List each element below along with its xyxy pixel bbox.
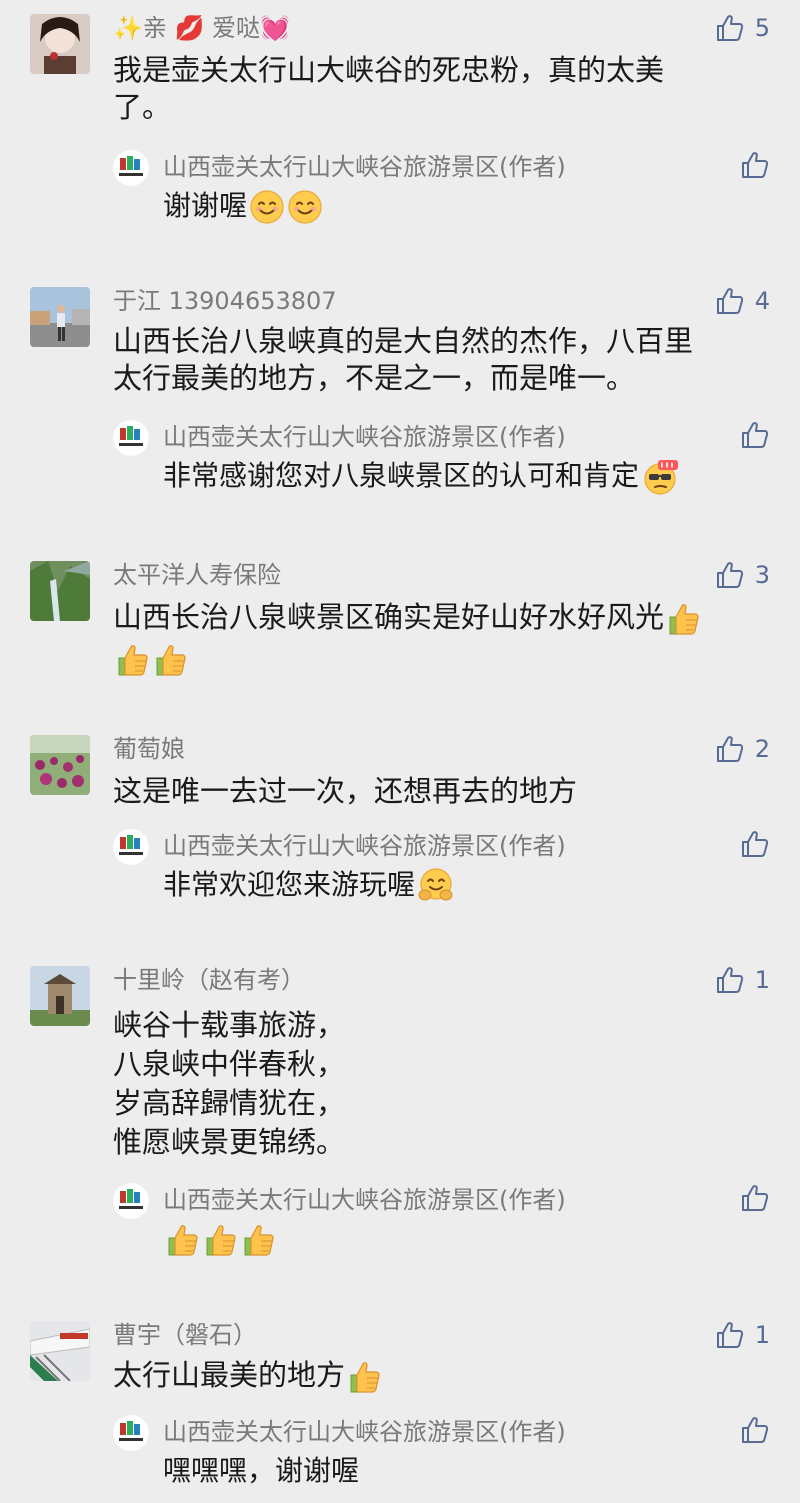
like-button[interactable]: 1 bbox=[715, 1319, 770, 1351]
thumbs-up-outline-icon bbox=[715, 734, 745, 764]
comment-text: 山西长治八泉峡真的是大自然的杰作，八百里 太行最美的地方，不是之一，而是唯一。 bbox=[113, 324, 694, 395]
cool-666-face-icon bbox=[641, 458, 679, 496]
avatar[interactable] bbox=[30, 966, 90, 1026]
comment-text: 山西长治八泉峡景区确实是好山好水好风光 bbox=[113, 597, 753, 679]
avatar[interactable] bbox=[30, 287, 90, 347]
comment-text-content: 山西长治八泉峡景区确实是好山好水好风光 bbox=[113, 600, 665, 634]
reply-text: 嘿嘿嘿，谢谢喔 bbox=[163, 1454, 360, 1487]
like-button[interactable]: 2 bbox=[715, 733, 770, 765]
comment-text-content: 太行山最美的地方 bbox=[113, 1358, 346, 1392]
commenter-name: 于江 13904653807 bbox=[113, 287, 337, 315]
comment-text: 这是唯一去过一次，还想再去的地方 bbox=[113, 774, 578, 808]
reply-like-button[interactable] bbox=[740, 420, 770, 450]
hugging-face-icon bbox=[417, 867, 455, 905]
thumbs-up-outline-icon bbox=[740, 829, 770, 859]
like-button[interactable]: 4 bbox=[715, 285, 770, 317]
smiling-face-icon bbox=[287, 189, 323, 225]
author-logo[interactable] bbox=[113, 829, 149, 865]
reply-author: 山西壶关太行山大峡谷旅游景区(作者) bbox=[163, 1186, 566, 1214]
commenter-name: ✨亲 💋 爱哒💓 bbox=[113, 14, 290, 42]
thumbs-up-outline-icon bbox=[715, 560, 745, 590]
reply-text: 非常感谢您对八泉峡景区的认可和肯定 bbox=[163, 458, 679, 496]
avatar[interactable] bbox=[30, 14, 90, 74]
commenter-name: 太平洋人寿保险 bbox=[113, 561, 281, 589]
reply-author: 山西壶关太行山大峡谷旅游景区(作者) bbox=[163, 423, 566, 451]
reply-text-content: 非常欢迎您来游玩喔 bbox=[163, 868, 416, 901]
thumbs-up-outline-icon bbox=[740, 420, 770, 450]
reply-author: 山西壶关太行山大峡谷旅游景区(作者) bbox=[163, 153, 566, 181]
thumbs-up-emoji-icon bbox=[115, 642, 151, 678]
reply-like-button[interactable] bbox=[740, 829, 770, 859]
like-count: 2 bbox=[754, 735, 770, 763]
thumbs-up-outline-icon bbox=[715, 965, 745, 995]
reply-text bbox=[163, 1221, 277, 1258]
reply-text-content: 非常感谢您对八泉峡景区的认可和肯定 bbox=[163, 459, 640, 492]
avatar[interactable] bbox=[30, 1321, 90, 1381]
thumbs-up-outline-icon bbox=[740, 1415, 770, 1445]
reply-author: 山西壶关太行山大峡谷旅游景区(作者) bbox=[163, 832, 566, 860]
reply-like-button[interactable] bbox=[740, 1415, 770, 1445]
thumbs-up-outline-icon bbox=[715, 13, 745, 43]
thumbs-up-emoji-icon bbox=[153, 642, 189, 678]
like-count: 1 bbox=[754, 1321, 770, 1349]
comment-text: 峡谷十载事旅游， 八泉峡中伴春秋， 岁高辞歸情犹在， 惟愿峡景更锦绣。 bbox=[113, 1008, 346, 1159]
thumbs-up-outline-icon bbox=[715, 1320, 745, 1350]
thumbs-up-outline-icon bbox=[740, 150, 770, 180]
reply-like-button[interactable] bbox=[740, 1183, 770, 1213]
commenter-name: 曹宇（磐石） bbox=[113, 1321, 257, 1349]
like-count: 4 bbox=[754, 287, 770, 315]
like-count: 5 bbox=[754, 14, 770, 42]
commenter-name: 十里岭（赵有考） bbox=[113, 966, 305, 994]
thumbs-up-emoji-icon bbox=[241, 1222, 277, 1258]
thumbs-up-emoji-icon bbox=[666, 601, 702, 637]
smiling-face-icon bbox=[249, 189, 285, 225]
like-button[interactable]: 5 bbox=[715, 12, 770, 44]
reply-like-button[interactable] bbox=[740, 150, 770, 180]
like-count: 1 bbox=[754, 966, 770, 994]
commenter-name: 葡萄娘 bbox=[113, 735, 185, 763]
avatar[interactable] bbox=[30, 561, 90, 621]
thumbs-up-emoji-icon bbox=[347, 1359, 383, 1395]
thumbs-up-outline-icon bbox=[715, 286, 745, 316]
like-count: 3 bbox=[754, 561, 770, 589]
reply-text: 非常欢迎您来游玩喔 bbox=[163, 867, 455, 905]
thumbs-up-emoji-icon bbox=[203, 1222, 239, 1258]
author-logo[interactable] bbox=[113, 1415, 149, 1451]
comment-text: 太行山最美的地方 bbox=[113, 1357, 753, 1395]
reply-text-content: 谢谢喔 bbox=[163, 189, 248, 222]
reply-author: 山西壶关太行山大峡谷旅游景区(作者) bbox=[163, 1418, 566, 1446]
reply-text: 谢谢喔 bbox=[163, 188, 323, 225]
author-logo[interactable] bbox=[113, 1183, 149, 1219]
comment-text: 我是壶关太行山大峡谷的死忠粉，真的太美 了。 bbox=[113, 53, 665, 124]
avatar[interactable] bbox=[30, 735, 90, 795]
author-logo[interactable] bbox=[113, 420, 149, 456]
like-button[interactable]: 1 bbox=[715, 964, 770, 996]
thumbs-up-emoji-icon bbox=[165, 1222, 201, 1258]
thumbs-up-outline-icon bbox=[740, 1183, 770, 1213]
author-logo[interactable] bbox=[113, 150, 149, 186]
like-button[interactable]: 3 bbox=[715, 559, 770, 591]
